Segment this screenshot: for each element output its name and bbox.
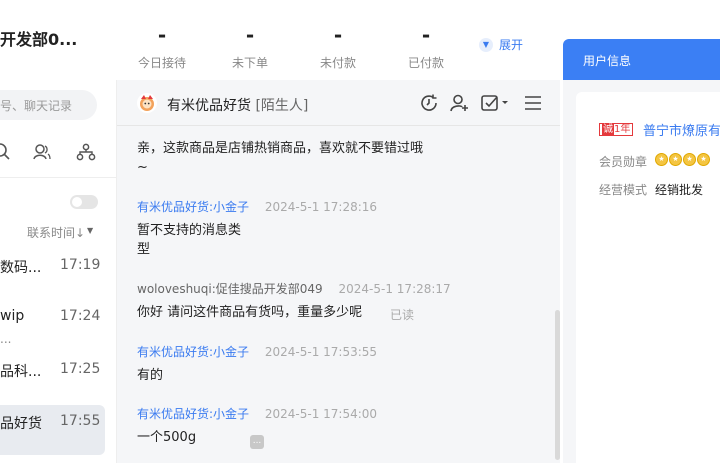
divider: [0, 177, 117, 178]
list-item[interactable]: 数码... 17:19: [0, 257, 105, 307]
company-name-link[interactable]: 普宁市燎原有: [643, 120, 720, 139]
medal-icon: ★: [669, 153, 682, 166]
message-line: 一个500g: [137, 430, 197, 445]
conversation-name: 品好货: [0, 416, 42, 432]
conversation-name: wip: [0, 308, 25, 324]
member-medals: ★ ★ ★ ★: [655, 153, 710, 166]
conversation-preview: ...: [0, 332, 12, 346]
message-sender: woloveshuqi:促佳搜品开发部049: [137, 282, 323, 296]
organization-icon[interactable]: [76, 142, 96, 162]
top-header: 开发部0... - 今日接待 - 未下单 - 未付款 - 已付款 ▼ 展开 用户…: [0, 0, 720, 80]
medal-icon: ★: [697, 153, 710, 166]
business-mode-label: 经营模式: [599, 183, 648, 197]
message-meta: 有米优品好货:小金子 2024-5-1 17:28:16: [137, 198, 377, 215]
list-item[interactable]: 品科... 17:25: [0, 361, 105, 411]
conversation-time: 17:55: [60, 413, 101, 429]
stat-value: -: [333, 23, 343, 47]
more-options-icon[interactable]: ...: [250, 435, 264, 449]
message-meta: 有米优品好货:小金子 2024-5-1 17:54:00: [137, 405, 377, 422]
scrollbar[interactable]: [555, 310, 560, 460]
mark-done-icon[interactable]: [480, 93, 510, 113]
conversation-name: 品科...: [0, 364, 42, 380]
peer-tag: [陌生人]: [255, 98, 309, 114]
sort-by-contact-time[interactable]: 联系时间↓: [27, 224, 85, 241]
message-meta: 有米优品好货:小金子 2024-5-1 17:53:55: [137, 343, 377, 360]
stat-value: -: [421, 23, 431, 47]
peer-name: 有米优品好货 [陌生人]: [167, 95, 308, 115]
message-line: ~: [137, 160, 148, 175]
tab-user-info[interactable]: 用户信息: [563, 39, 720, 80]
stat-label: 未付款: [319, 56, 356, 70]
stat-value: -: [245, 23, 255, 47]
user-info-card: 诚1年 普宁市燎原有 会员勋章 ★ ★ ★ ★ 经营模式 经销批发: [576, 92, 720, 463]
badge-years: 1年: [614, 124, 631, 135]
chevron-down-icon: ▼: [479, 37, 493, 52]
list-item-active[interactable]: 品好货 17:55: [0, 405, 105, 455]
medal-icon: ★: [683, 153, 696, 166]
message-time: 2024-5-1 17:53:55: [264, 345, 378, 359]
message-time: 2024-5-1 17:28:16: [264, 200, 378, 214]
conversation-time: 17:24: [60, 308, 101, 324]
stat-today-reception: - 今日接待: [117, 22, 207, 71]
message-line: 有的: [137, 368, 164, 383]
contacts-icon[interactable]: [32, 142, 52, 162]
peer-name-text: 有米优品好货: [167, 98, 251, 114]
message-line: 暂不支持的消息类: [137, 223, 242, 238]
expand-button[interactable]: ▼ 展开: [479, 36, 523, 53]
conversation-time: 17:19: [60, 257, 101, 273]
message-list: 亲，这款商品是店铺热销商品，喜欢就不要错过哦 ~ 有米优品好货:小金子 2024…: [117, 127, 560, 463]
message-sender: 有米优品好货:小金子: [137, 345, 250, 359]
medal-label: 会员勋章: [599, 155, 648, 169]
message-text: 暂不支持的消息类 型: [137, 221, 241, 259]
expand-label: 展开: [499, 38, 524, 52]
menu-icon[interactable]: [523, 93, 543, 113]
search-icon[interactable]: [0, 142, 12, 162]
business-mode-value: 经销批发: [655, 183, 704, 197]
chat-header: 有米优品好货 [陌生人]: [117, 80, 560, 126]
stat-not-paid: - 未付款: [293, 22, 383, 71]
add-contact-icon[interactable]: [449, 93, 469, 113]
medal-icon: ★: [655, 153, 668, 166]
message-meta: woloveshuqi:促佳搜品开发部049 2024-5-1 17:28:17: [137, 280, 451, 297]
message-time: 2024-5-1 17:54:00: [264, 407, 378, 421]
stat-label: 未下单: [231, 56, 268, 70]
stat-paid: - 已付款: [381, 22, 471, 71]
avatar: [137, 93, 157, 113]
shop-title: 开发部0...: [0, 30, 78, 49]
user-info-panel: 诚1年 普宁市燎原有 会员勋章 ★ ★ ★ ★ 经营模式 经销批发: [563, 80, 720, 463]
stat-not-ordered: - 未下单: [205, 22, 295, 71]
list-item[interactable]: wip 17:24 ...: [0, 308, 105, 358]
message-text: 一个500g: [137, 428, 196, 447]
sidebar-filter-icons: [0, 142, 117, 162]
message-line: 亲，这款商品是店铺热销商品，喜欢就不要错过哦: [137, 141, 424, 156]
stat-label: 已付款: [407, 56, 444, 70]
search-input[interactable]: 号、聊天记录: [0, 90, 97, 120]
trust-badge: 诚1年: [599, 123, 634, 136]
badge-prefix: 诚: [602, 124, 614, 135]
stat-value: -: [157, 23, 167, 47]
message-time: 2024-5-1 17:28:17: [338, 282, 451, 296]
message-line: 型: [137, 242, 151, 257]
filter-toggle[interactable]: [70, 195, 98, 209]
stat-label: 今日接待: [137, 56, 186, 70]
message-line: 你好 请问这件商品有货吗，重量多少呢: [137, 305, 363, 320]
conversation-name: 数码...: [0, 260, 42, 276]
message-sender: 有米优品好货:小金子: [137, 200, 250, 214]
caret-down-icon: ▼: [87, 226, 94, 235]
message-text: 有的: [137, 366, 163, 385]
message-sender: 有米优品好货:小金子: [137, 407, 250, 421]
read-status-badge: 已读: [390, 308, 415, 322]
conversation-sidebar: 号、聊天记录 联系时间↓ ▼ 数码... 17:19 wip 17:24 ...…: [0, 80, 117, 463]
conversation-time: 17:25: [60, 361, 101, 377]
message-text: 你好 请问这件商品有货吗，重量多少呢: [137, 303, 362, 322]
history-icon[interactable]: [419, 93, 439, 113]
message-text: 亲，这款商品是店铺热销商品，喜欢就不要错过哦 ~: [137, 139, 423, 177]
chat-panel: 有米优品好货 [陌生人] 亲，这款商品是店铺热销商品，喜欢就不要错过哦 ~ 有米…: [117, 80, 560, 463]
